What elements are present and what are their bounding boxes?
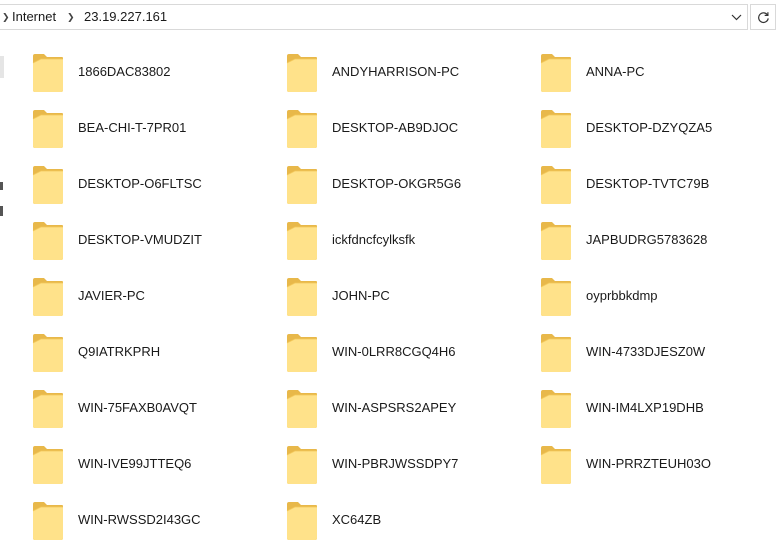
- breadcrumb-internet[interactable]: Internet: [12, 5, 56, 29]
- folder-item[interactable]: JAVIER-PC: [32, 274, 272, 326]
- folder-name: ANDYHARRISON-PC: [332, 64, 460, 79]
- breadcrumb-host[interactable]: 23.19.227.161: [84, 5, 167, 29]
- folder-item[interactable]: ANDYHARRISON-PC: [286, 50, 526, 102]
- folder-item[interactable]: BEA-CHI-T-7PR01: [32, 106, 272, 158]
- folder-item[interactable]: WIN-PRRZTEUH03O: [540, 442, 780, 494]
- folder-name: DESKTOP-TVTC79B: [586, 176, 710, 191]
- folder-item[interactable]: DESKTOP-AB9DJOC: [286, 106, 526, 158]
- folder-icon: [32, 110, 63, 148]
- folder-icon: [286, 278, 317, 316]
- folder-name: JAVIER-PC: [78, 288, 145, 303]
- folder-name: Q9IATRKPRH: [78, 344, 161, 359]
- folder-name: DESKTOP-VMUDZIT: [78, 232, 202, 247]
- folder-item[interactable]: JOHN-PC: [286, 274, 526, 326]
- folder-name: WIN-PRRZTEUH03O: [586, 456, 711, 471]
- folder-item[interactable]: DESKTOP-VMUDZIT: [32, 218, 272, 270]
- folder-icon: [540, 166, 571, 204]
- folder-item[interactable]: DESKTOP-TVTC79B: [540, 162, 780, 214]
- folder-icon: [32, 54, 63, 92]
- file-explorer-window: ❯ Internet ❯ 23.19.227.161 1866DAC83802: [0, 0, 783, 559]
- folder-name: DESKTOP-AB9DJOC: [332, 120, 459, 135]
- folder-item[interactable]: WIN-IVE99JTTEQ6: [32, 442, 272, 494]
- folder-item[interactable]: ickfdncfcylksfk: [286, 218, 526, 270]
- folder-icon: [540, 278, 571, 316]
- folder-icon: [540, 222, 571, 260]
- folder-icon: [286, 334, 317, 372]
- folder-name: JOHN-PC: [332, 288, 390, 303]
- folder-icon: [32, 446, 63, 484]
- folder-icon: [286, 166, 317, 204]
- folder-item[interactable]: 1866DAC83802: [32, 50, 272, 102]
- chevron-right-icon[interactable]: ❯: [2, 5, 10, 29]
- folder-name: DESKTOP-OKGR5G6: [332, 176, 462, 191]
- file-grid: 1866DAC83802 ANDYHARRISON-PC ANNA-PC BEA…: [0, 34, 783, 559]
- folder-name: ickfdncfcylksfk: [332, 232, 416, 247]
- folder-icon: [540, 54, 571, 92]
- folder-icon: [32, 334, 63, 372]
- folder-name: WIN-IVE99JTTEQ6: [78, 456, 192, 471]
- folder-item[interactable]: DESKTOP-OKGR5G6: [286, 162, 526, 214]
- folder-name: WIN-75FAXB0AVQT: [78, 400, 197, 415]
- folder-icon: [32, 278, 63, 316]
- chevron-down-icon: [731, 14, 741, 20]
- folder-name: WIN-RWSSD2I43GC: [78, 512, 201, 527]
- folder-name: BEA-CHI-T-7PR01: [78, 120, 187, 135]
- folder-icon: [286, 222, 317, 260]
- folder-name: WIN-4733DJESZ0W: [586, 344, 706, 359]
- folder-name: ANNA-PC: [586, 64, 645, 79]
- folder-icon: [32, 390, 63, 428]
- folder-icon: [32, 222, 63, 260]
- refresh-button[interactable]: [750, 4, 776, 30]
- folder-item[interactable]: WIN-IM4LXP19DHB: [540, 386, 780, 438]
- folder-item[interactable]: WIN-0LRR8CGQ4H6: [286, 330, 526, 382]
- folder-item[interactable]: DESKTOP-DZYQZA5: [540, 106, 780, 158]
- folder-name: XC64ZB: [332, 512, 382, 527]
- folder-item[interactable]: WIN-4733DJESZ0W: [540, 330, 780, 382]
- folder-item[interactable]: WIN-75FAXB0AVQT: [32, 386, 272, 438]
- folder-item[interactable]: ANNA-PC: [540, 50, 780, 102]
- folder-name: WIN-PBRJWSSDPY7: [332, 456, 459, 471]
- address-history-dropdown[interactable]: [725, 5, 747, 29]
- folder-item[interactable]: XC64ZB: [286, 498, 526, 550]
- address-bar[interactable]: ❯ Internet ❯ 23.19.227.161: [0, 4, 748, 30]
- folder-name: WIN-IM4LXP19DHB: [586, 400, 704, 415]
- folder-item[interactable]: WIN-ASPSRS2APEY: [286, 386, 526, 438]
- folder-item[interactable]: Q9IATRKPRH: [32, 330, 272, 382]
- folder-name: DESKTOP-O6FLTSC: [78, 176, 202, 191]
- folder-name: DESKTOP-DZYQZA5: [586, 120, 713, 135]
- chevron-right-icon[interactable]: ❯: [67, 5, 75, 29]
- folder-icon: [540, 446, 571, 484]
- folder-name: JAPBUDRG5783628: [586, 232, 708, 247]
- folder-icon: [286, 110, 317, 148]
- folder-icon: [540, 334, 571, 372]
- folder-icon: [286, 502, 317, 540]
- folder-icon: [32, 502, 63, 540]
- folder-name: WIN-ASPSRS2APEY: [332, 400, 457, 415]
- folder-item[interactable]: JAPBUDRG5783628: [540, 218, 780, 270]
- folder-icon: [32, 166, 63, 204]
- folder-item[interactable]: WIN-PBRJWSSDPY7: [286, 442, 526, 494]
- folder-icon: [286, 390, 317, 428]
- folder-icon: [286, 54, 317, 92]
- refresh-icon: [757, 11, 769, 23]
- folder-item[interactable]: WIN-RWSSD2I43GC: [32, 498, 272, 550]
- folder-item[interactable]: DESKTOP-O6FLTSC: [32, 162, 272, 214]
- folder-name: oyprbbkdmp: [586, 288, 658, 303]
- folder-name: 1866DAC83802: [78, 64, 171, 79]
- folder-name: WIN-0LRR8CGQ4H6: [332, 344, 456, 359]
- folder-item[interactable]: oyprbbkdmp: [540, 274, 780, 326]
- folder-icon: [540, 390, 571, 428]
- folder-icon: [540, 110, 571, 148]
- folder-icon: [286, 446, 317, 484]
